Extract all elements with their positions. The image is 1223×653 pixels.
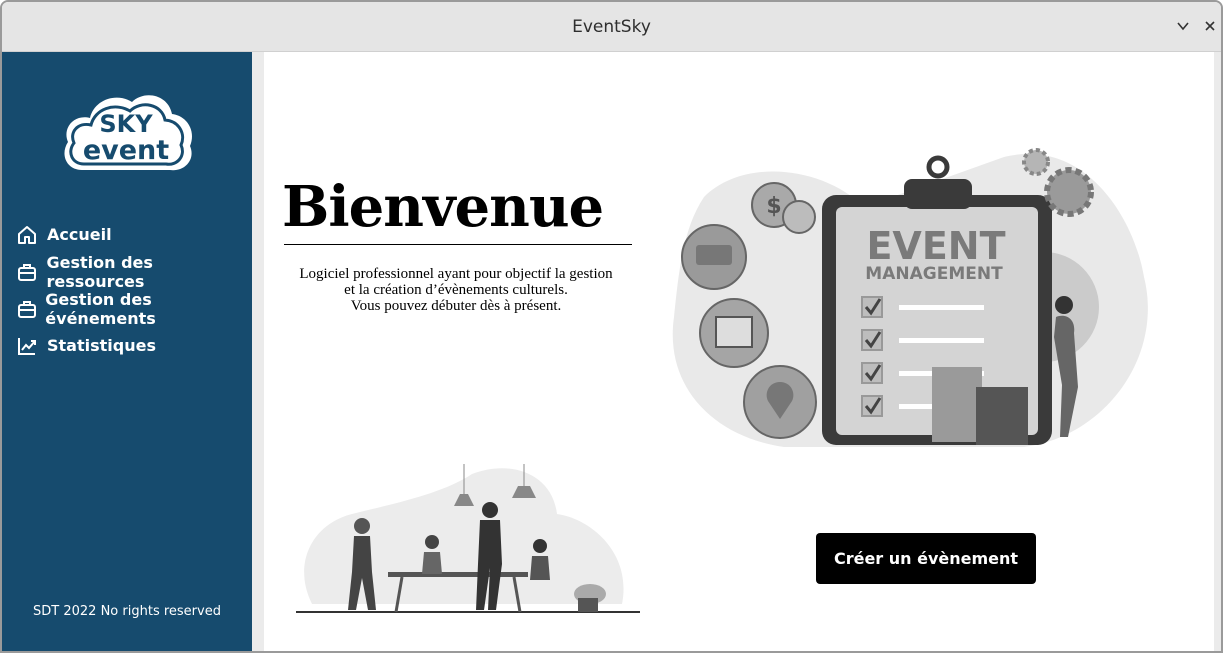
- scrollbar-track: [1214, 52, 1221, 651]
- svg-text:$: $: [766, 194, 781, 219]
- svg-text:EVENT: EVENT: [866, 224, 1005, 268]
- main-content: Bienvenue Logiciel professionnel ayant p…: [264, 52, 1214, 651]
- sidebar: SKY event Accueil Gestion des ressources: [2, 52, 252, 651]
- event-management-illustration: $ EVENT MANAGEMENT: [672, 148, 1148, 448]
- home-icon: [16, 223, 40, 247]
- sidebar-item-ressources[interactable]: Gestion des ressources: [16, 252, 252, 291]
- sky-event-logo: SKY event: [64, 95, 192, 171]
- create-event-button[interactable]: Créer un évènement: [816, 533, 1036, 584]
- svg-text:MANAGEMENT: MANAGEMENT: [865, 264, 1003, 284]
- svg-text:event: event: [83, 135, 169, 166]
- sidebar-item-label: Statistiques: [47, 336, 156, 355]
- team-meeting-illustration: [296, 464, 640, 613]
- sidebar-item-accueil[interactable]: Accueil: [16, 216, 252, 253]
- divider: [252, 52, 264, 651]
- chart-line-icon: [16, 334, 40, 358]
- minimize-button[interactable]: [1172, 15, 1194, 37]
- sidebar-item-statistiques[interactable]: Statistiques: [16, 327, 252, 364]
- briefcase-icon: [16, 297, 38, 321]
- sidebar-item-label: Gestion des événements: [45, 289, 156, 328]
- close-icon: [1205, 21, 1215, 31]
- sidebar-item-evenements[interactable]: Gestion des événements: [16, 289, 252, 328]
- description: Logiciel professionnel ayant pour object…: [278, 266, 634, 314]
- description-line: Logiciel professionnel ayant pour object…: [299, 266, 613, 282]
- sidebar-item-label: Accueil: [47, 225, 112, 244]
- app-window: EventSky SKY event Accueil Gestion des r…: [0, 0, 1223, 653]
- briefcase-icon: [16, 260, 40, 284]
- sidebar-nav: Accueil Gestion des ressources Gestion d…: [16, 216, 252, 364]
- chevron-down-icon: [1177, 22, 1189, 31]
- title-underline: [284, 244, 632, 245]
- title-bar: EventSky: [2, 2, 1221, 52]
- sidebar-item-label: Gestion des ressources: [46, 252, 153, 291]
- sidebar-footer: SDT 2022 No rights reserved: [33, 604, 221, 619]
- description-line: et la création d’évènements culturels.: [344, 282, 568, 298]
- page-title: Bienvenue: [282, 174, 604, 240]
- close-button[interactable]: [1199, 15, 1221, 37]
- svg-text:SKY: SKY: [99, 110, 153, 138]
- window-title: EventSky: [572, 16, 651, 37]
- description-line: Vous pouvez débuter dès à présent.: [350, 298, 562, 314]
